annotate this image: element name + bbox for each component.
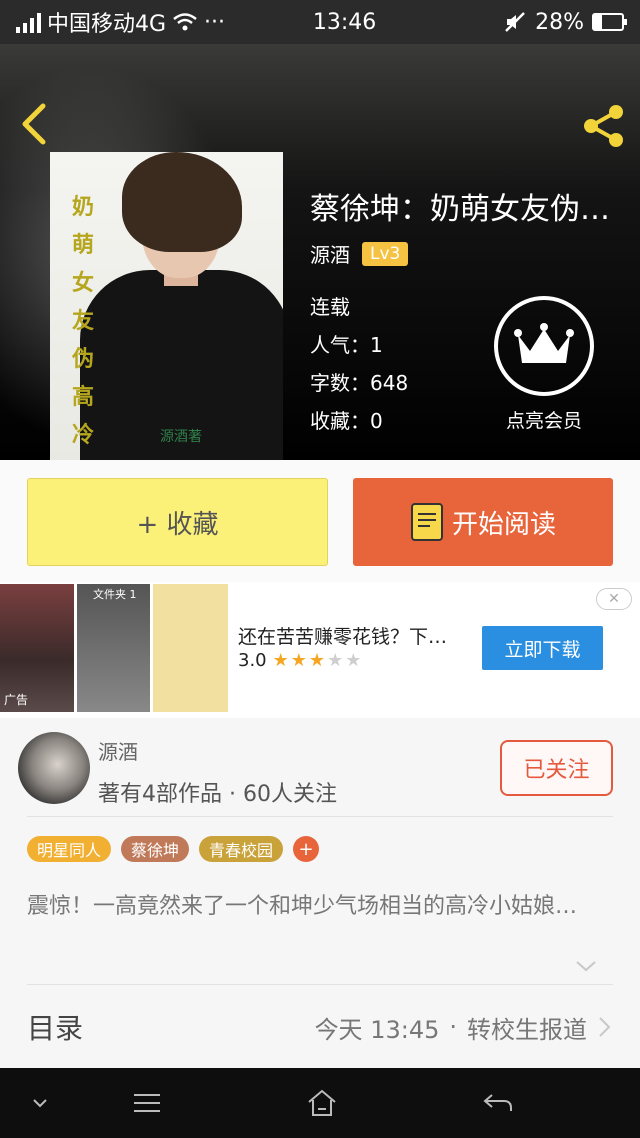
favorite-button[interactable]: + 收藏 (27, 478, 328, 566)
ad-title[interactable]: 还在苦苦赚零花钱？下… (238, 622, 470, 649)
chevron-right-icon (599, 1017, 611, 1037)
book-popularity: 人气：1 (310, 333, 383, 357)
star-icon: ★ (327, 650, 346, 671)
chevron-down-icon[interactable] (574, 954, 598, 978)
table-of-contents[interactable]: 目录 今天 13:45 · 转校生报道 (27, 994, 613, 1060)
tag-item[interactable]: 蔡徐坤 (121, 836, 190, 862)
divider (27, 816, 613, 817)
author-name[interactable]: 源酒 (98, 736, 138, 765)
status-time: 13:46 (312, 9, 377, 35)
start-reading-button[interactable]: 开始阅读 (353, 478, 613, 566)
nav-down-icon (33, 1099, 47, 1108)
level-badge: Lv3 (362, 241, 409, 266)
author-section: 源酒 著有4部作品 · 60人关注 已关注 明星同人 蔡徐坤 青春校园 + 震惊… (0, 718, 640, 1068)
start-reading-label: 开始阅读 (451, 509, 556, 540)
tag-list: 明星同人 蔡徐坤 青春校园 + (27, 836, 320, 862)
ad-banner[interactable]: 广告 文件夹 1 还在苦苦赚零花钱？下… 3.0 ★★★★★ 立即下载 ✕ (0, 582, 640, 718)
divider (27, 984, 613, 985)
star-icon: ★ (345, 650, 364, 671)
star-icon: ★ (308, 650, 328, 671)
book-intro[interactable]: 震惊！一高竟然来了一个和坤少气场相当的高冷小姑娘… (27, 890, 617, 924)
add-tag-button[interactable]: + (293, 836, 320, 862)
toc-label: 目录 (27, 1012, 84, 1045)
star-icon: ★ (290, 650, 309, 671)
nav-home-button[interactable] (292, 1068, 352, 1138)
toc-separator: · (449, 1013, 457, 1041)
download-button[interactable]: 立即下载 (482, 626, 603, 670)
star-rating: ★★★★★ (273, 650, 364, 671)
book-words: 字数：648 (310, 371, 409, 395)
book-title: 蔡徐坤：奶萌女友伪… (310, 192, 610, 227)
close-icon: ✕ (608, 591, 620, 607)
crown-icon (514, 323, 574, 363)
latest-chapter: 转校生报道 (467, 1015, 587, 1044)
book-author[interactable]: 源酒 (310, 239, 350, 268)
tag-item[interactable]: 青春校园 (199, 836, 284, 862)
book-header: 奶 萌 女 友 伪 高 冷 源酒著 蔡徐坤：奶萌女友伪… 源酒 Lv3 连载 人… (0, 44, 640, 460)
carrier-label: 中国移动4G (47, 12, 167, 37)
ad-image[interactable] (153, 584, 228, 712)
share-icon (584, 105, 623, 147)
mute-icon (505, 12, 525, 32)
vip-label: 点亮会员 (505, 410, 582, 432)
nav-down-button[interactable] (10, 1068, 70, 1138)
nav-back-icon (483, 1094, 512, 1111)
ad-image[interactable]: 广告 (0, 584, 74, 712)
nav-back-button[interactable] (468, 1068, 528, 1138)
signal-icon (16, 11, 41, 33)
wifi-icon (173, 13, 197, 31)
system-nav-bar (0, 1068, 640, 1138)
nav-home-icon (308, 1089, 336, 1116)
battery-percent: 28% (535, 9, 584, 35)
status-bar: 中国移动4G ··· 13:46 28% (0, 0, 640, 44)
ad-rating: 3.0 ★★★★★ (238, 650, 363, 671)
back-icon (22, 103, 46, 145)
author-stats: 著有4部作品 · 60人关注 (98, 782, 337, 807)
nav-menu-button[interactable] (117, 1068, 177, 1138)
vip-button[interactable]: 点亮会员 (492, 296, 596, 433)
book-status: 连载 (310, 295, 350, 319)
back-button[interactable] (14, 100, 54, 148)
ad-rating-value: 3.0 (238, 650, 267, 671)
book-cover[interactable]: 奶 萌 女 友 伪 高 冷 源酒著 (50, 152, 283, 460)
ad-image[interactable]: 文件夹 1 (77, 584, 150, 712)
nav-menu-icon (134, 1094, 160, 1112)
cover-signature: 源酒著 (160, 429, 202, 445)
share-button[interactable] (578, 100, 630, 152)
star-icon: ★ (272, 650, 291, 671)
book-icon (410, 503, 443, 541)
status-dots: ··· (204, 9, 226, 35)
ad-close-button[interactable]: ✕ (596, 588, 632, 610)
avatar[interactable] (18, 732, 90, 804)
book-favorites: 收藏：0 (310, 409, 383, 433)
follow-button[interactable]: 已关注 (500, 740, 613, 796)
action-bar: + 收藏 开始阅读 (0, 460, 640, 582)
book-meta: 连载 人气：1 字数：648 收藏：0 (310, 288, 408, 440)
ad-tag: 广告 (4, 693, 29, 707)
tag-item[interactable]: 明星同人 (27, 836, 112, 862)
cover-title-chars: 奶 萌 女 友 伪 高 冷 (72, 194, 95, 448)
battery-icon (592, 13, 627, 31)
ad-folder-label: 文件夹 1 (93, 588, 137, 601)
toc-update-time: 今天 13:45 (314, 1015, 440, 1044)
